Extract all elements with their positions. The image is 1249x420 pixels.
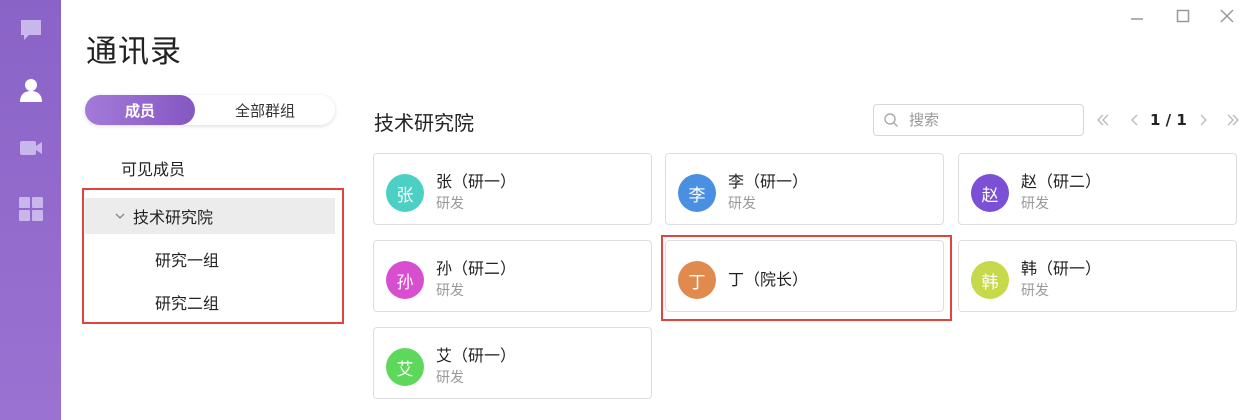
contact-name: 艾（研一） bbox=[436, 346, 517, 365]
tree-node-group-2[interactable]: 研究二组 bbox=[155, 290, 219, 314]
tree-node-root[interactable]: 技术研究院 bbox=[85, 198, 335, 234]
contact-card[interactable]: 李 李（研一） 研发 bbox=[665, 153, 944, 225]
contact-card[interactable]: 赵 赵（研二） 研发 bbox=[958, 153, 1237, 225]
visible-members-label: 可见成员 bbox=[121, 160, 186, 179]
tab-switcher: 成员 全部群组 bbox=[85, 95, 335, 125]
avatar: 韩 bbox=[971, 261, 1009, 299]
avatar: 孙 bbox=[386, 261, 424, 299]
contacts-icon[interactable] bbox=[15, 74, 47, 106]
avatar: 艾 bbox=[386, 348, 424, 386]
video-icon[interactable] bbox=[15, 132, 47, 164]
tree-node-group-1[interactable]: 研究一组 bbox=[155, 247, 219, 271]
contact-name: 赵（研二） bbox=[1021, 172, 1102, 191]
chat-icon[interactable] bbox=[15, 14, 47, 46]
avatar: 丁 bbox=[678, 261, 716, 299]
tab-all-groups[interactable]: 全部群组 bbox=[195, 95, 335, 125]
contact-dept: 研发 bbox=[436, 283, 464, 299]
maximize-icon[interactable] bbox=[1173, 6, 1193, 26]
minimize-icon[interactable] bbox=[1127, 6, 1147, 26]
tab-members[interactable]: 成员 bbox=[85, 95, 195, 125]
contact-name: 丁（院长） bbox=[728, 270, 809, 289]
contact-name: 张（研一） bbox=[436, 172, 517, 191]
contact-dept: 研发 bbox=[436, 370, 464, 386]
first-page-icon[interactable] bbox=[1096, 112, 1110, 128]
apps-grid-icon[interactable] bbox=[15, 193, 47, 225]
contact-card[interactable]: 孙 孙（研二） 研发 bbox=[373, 240, 652, 312]
contact-dept: 研发 bbox=[1021, 283, 1049, 299]
contact-name: 孙（研二） bbox=[436, 259, 517, 278]
last-page-icon[interactable] bbox=[1226, 112, 1240, 128]
tree-node-root-label: 技术研究院 bbox=[133, 208, 214, 227]
avatar: 张 bbox=[386, 174, 424, 212]
page-title: 通讯录 bbox=[86, 34, 182, 70]
avatar: 赵 bbox=[971, 174, 1009, 212]
contact-card[interactable]: 韩 韩（研一） 研发 bbox=[958, 240, 1237, 312]
contact-dept: 研发 bbox=[436, 196, 464, 212]
contact-dept: 研发 bbox=[1021, 196, 1049, 212]
next-page-icon[interactable] bbox=[1196, 112, 1210, 128]
search-input[interactable] bbox=[907, 110, 1071, 130]
contact-name: 李（研一） bbox=[728, 172, 809, 191]
avatar: 李 bbox=[678, 174, 716, 212]
contact-dept: 研发 bbox=[728, 196, 756, 212]
section-title: 技术研究院 bbox=[374, 111, 474, 135]
contact-name: 韩（研一） bbox=[1021, 259, 1102, 278]
search-box bbox=[873, 104, 1084, 136]
page-indicator: 1 / 1 bbox=[1150, 111, 1187, 129]
contact-card[interactable]: 艾 艾（研一） 研发 bbox=[373, 327, 652, 399]
app-sidebar bbox=[0, 0, 61, 420]
chevron-down-icon[interactable] bbox=[115, 211, 125, 221]
contact-card[interactable]: 张 张（研一） 研发 bbox=[373, 153, 652, 225]
search-icon bbox=[883, 112, 899, 128]
contact-card[interactable]: 丁 丁（院长） bbox=[665, 240, 944, 312]
prev-page-icon[interactable] bbox=[1128, 112, 1142, 128]
close-icon[interactable] bbox=[1217, 6, 1237, 26]
